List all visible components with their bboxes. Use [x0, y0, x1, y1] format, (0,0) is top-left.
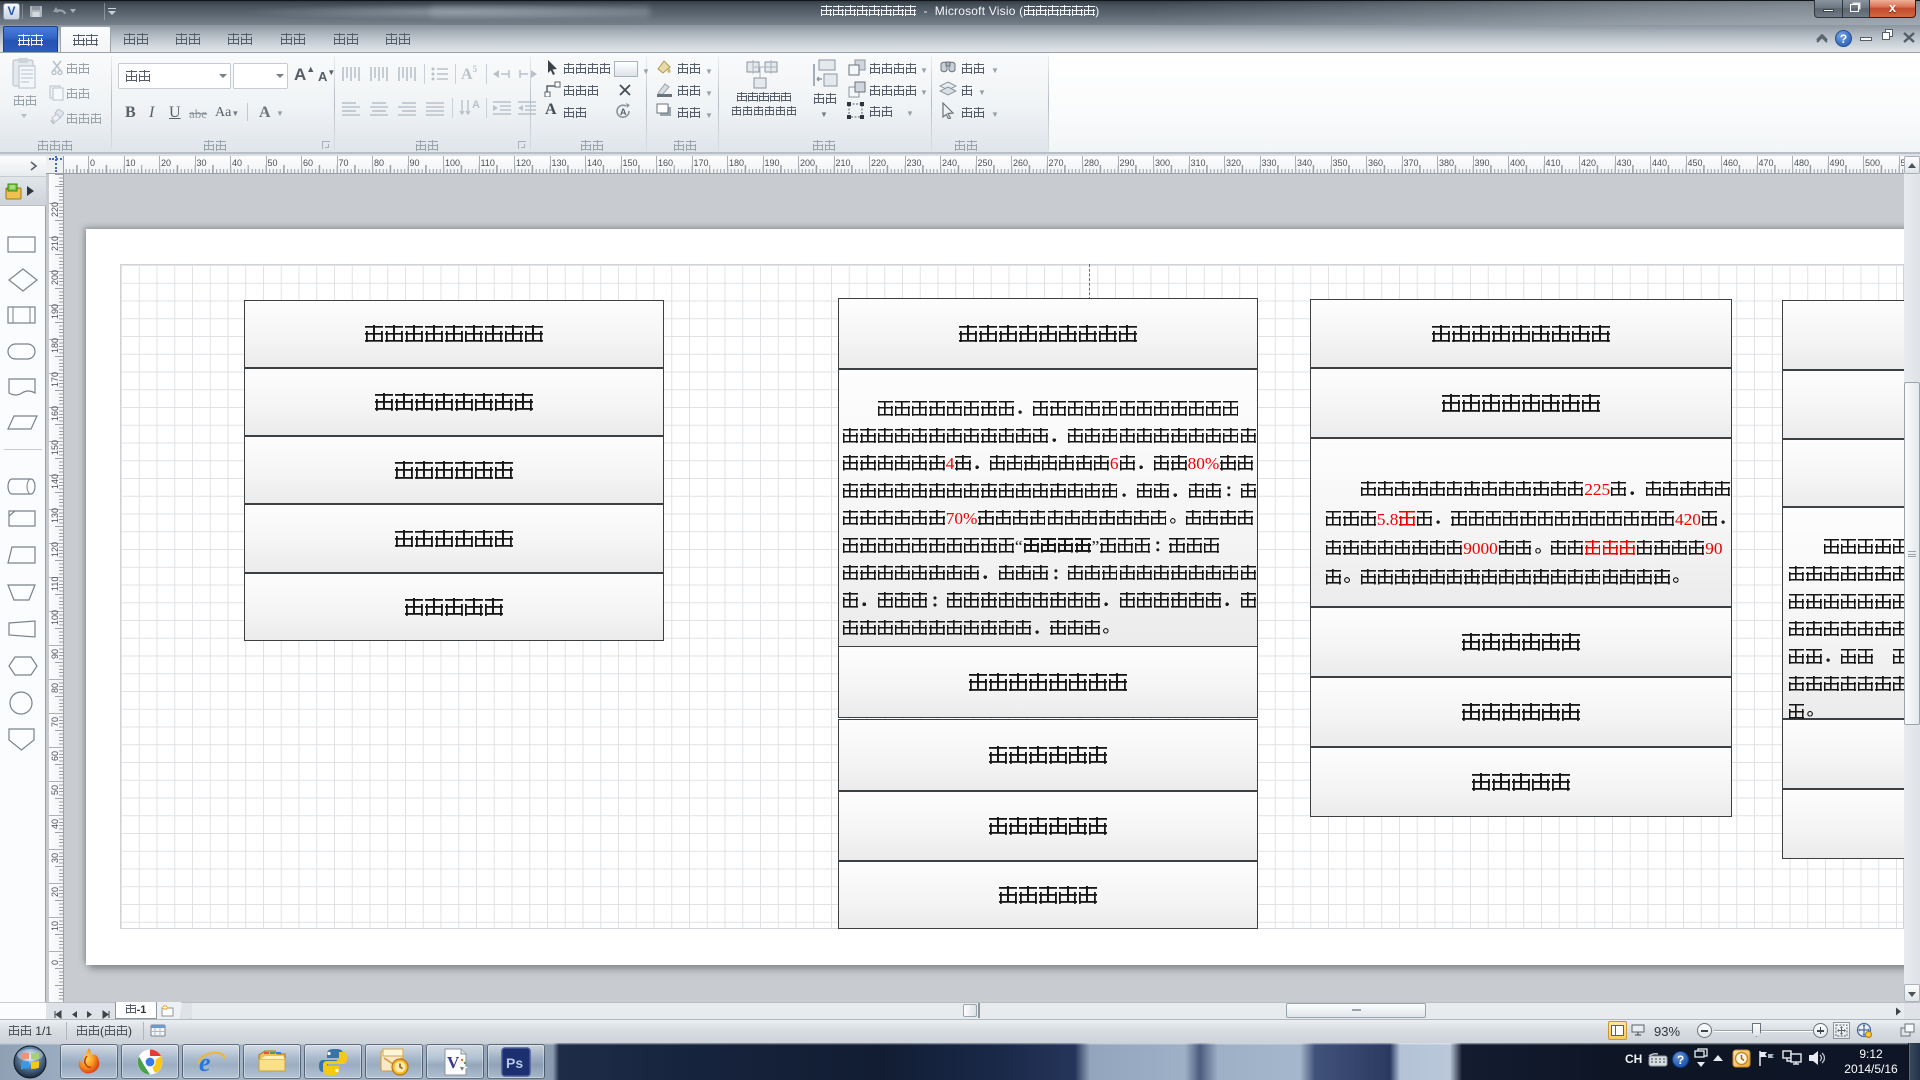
- svg-text:V: V: [447, 1053, 460, 1072]
- svg-text:A: A: [472, 99, 480, 111]
- svg-text:Ps: Ps: [506, 1055, 523, 1071]
- svg-text:e: e: [199, 1048, 211, 1077]
- svg-text:A: A: [620, 107, 627, 117]
